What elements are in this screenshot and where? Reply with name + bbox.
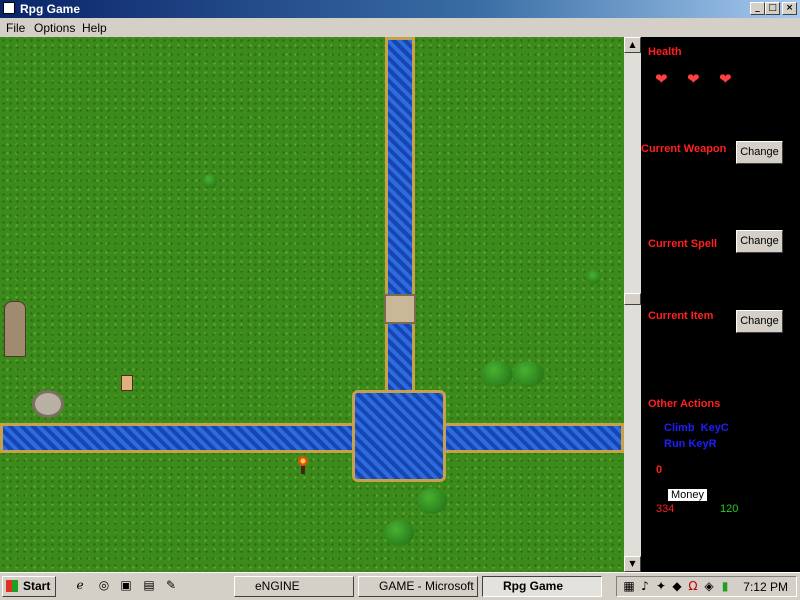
system-tray: ▦ ♪ ✦ ◆ Ω ◈ ▮ 7:12 PM [616,576,797,597]
task-engine[interactable]: eNGINE [234,576,354,597]
tray-icon[interactable]: ✦ [653,579,669,595]
windows-logo-icon [6,580,18,592]
scroll-down-button[interactable]: ▼ [624,556,641,572]
climb-action: Climb KeyC [664,422,729,434]
counter-value: 0 [656,464,663,476]
tray-icon[interactable]: ▮ [717,579,733,595]
heart-icon: ❤ [687,70,700,88]
bush [203,174,217,188]
scroll-thumb[interactable] [624,293,641,305]
money-right-value: 120 [720,503,739,515]
start-button[interactable]: Start [2,576,56,597]
menu-help[interactable]: Help [82,21,107,35]
tree [481,361,513,387]
tray-icon[interactable]: Ω [685,579,701,595]
weapon-label: Current Weapon [641,143,727,155]
tray-icon[interactable]: ◆ [669,579,685,595]
taskbar: Start ℯ ◎ ▣ ▤ ✎ eNGINE GAME - Microsoft … [0,572,800,600]
fire-monster [298,456,308,474]
window-title: Rpg Game [20,2,81,16]
tree [384,520,414,546]
internet-explorer-icon[interactable]: ℯ [72,578,88,594]
status-panel: Health ❤ ❤ ❤ Current Weapon Change Curre… [641,37,800,572]
stone-tower [4,301,26,357]
task-rpg-game[interactable]: Rpg Game [482,576,602,597]
tools-icon[interactable]: ✎ [163,578,179,594]
title-bar: Rpg Game _ □ × [0,0,800,18]
other-actions-label: Other Actions [648,398,721,410]
channels-icon[interactable]: ▤ [141,578,157,594]
task-game-microsoft[interactable]: GAME - Microsoft ... [358,576,478,597]
browser-icon[interactable]: ◎ [96,578,112,594]
menu-bar: File Options Help [0,18,800,37]
stone-bridge [384,294,416,324]
run-action: Run KeyR [664,438,717,450]
river-pool [352,390,446,482]
tree [417,488,447,514]
scroll-up-button[interactable]: ▲ [624,37,641,53]
change-weapon-button[interactable]: Change [736,141,783,164]
close-button[interactable]: × [782,2,797,15]
tree [512,361,544,387]
maximize-button[interactable]: □ [765,2,780,15]
spell-label: Current Spell [648,238,718,250]
change-spell-button[interactable]: Change [736,230,783,253]
heart-icon: ❤ [719,70,732,88]
river-horizontal [0,423,624,453]
stone-well [32,390,64,418]
desktop-icon[interactable]: ▣ [118,578,134,594]
player-character [121,375,133,391]
heart-icon: ❤ [655,70,668,88]
item-label: Current Item [648,310,714,322]
tray-icon[interactable]: ◈ [701,579,717,595]
change-item-button[interactable]: Change [736,310,783,333]
health-label: Health [648,46,682,58]
volume-icon[interactable]: ♪ [637,579,653,595]
menu-options[interactable]: Options [34,21,75,35]
menu-file[interactable]: File [6,21,25,35]
clock[interactable]: 7:12 PM [743,580,788,594]
river-vertical [385,37,415,397]
tray-icon[interactable]: ▦ [621,579,637,595]
money-left-value: 334 [656,503,675,515]
game-map[interactable] [0,37,624,572]
money-label: Money [668,489,708,501]
vertical-scrollbar[interactable]: ▲ ▼ [624,37,641,572]
app-icon [3,2,15,14]
minimize-button[interactable]: _ [750,2,765,15]
start-label: Start [23,579,51,593]
bush [587,270,601,284]
